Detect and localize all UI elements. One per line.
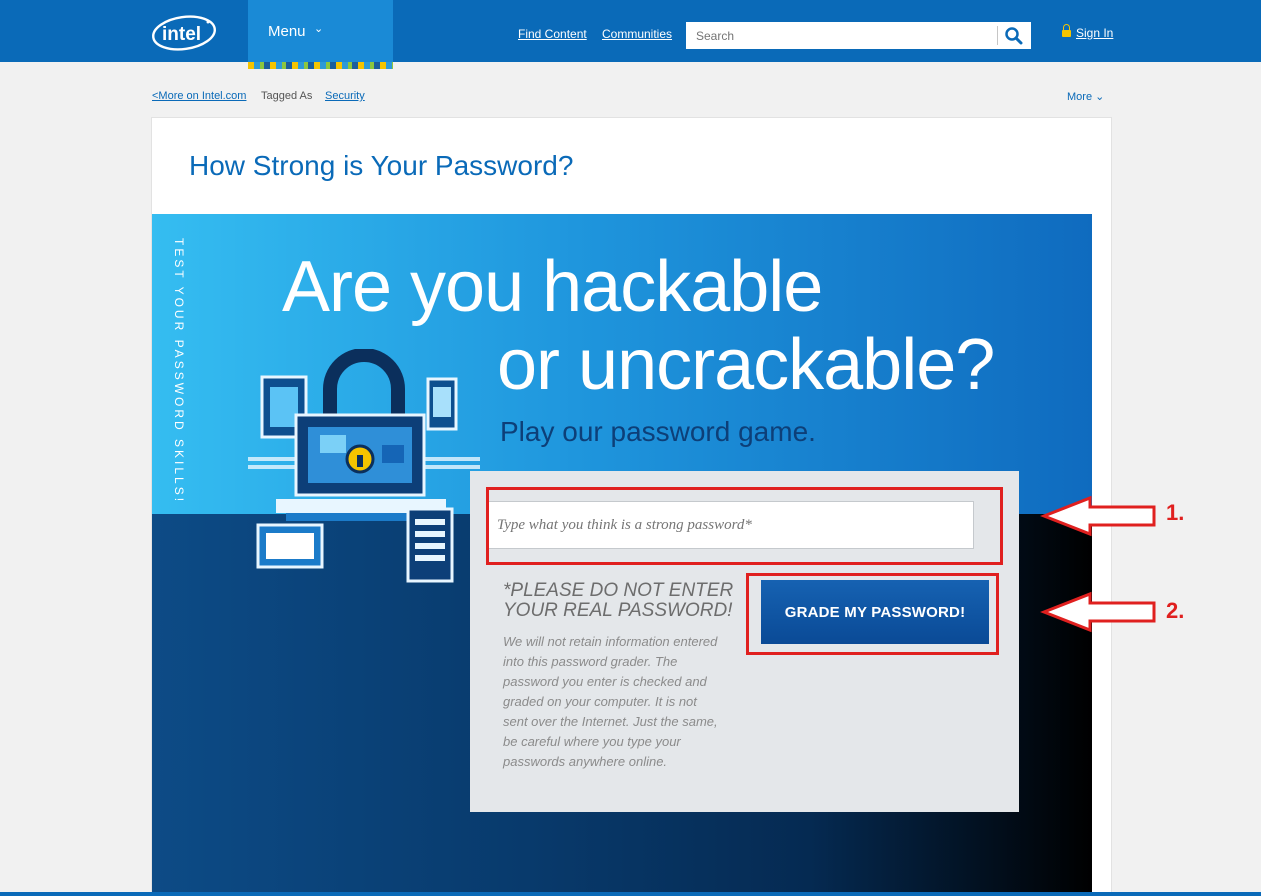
search-input[interactable] [686, 22, 996, 49]
tagged-as-label: Tagged As [261, 90, 313, 102]
bottom-accent-line [0, 892, 1261, 896]
lock-icon [1062, 24, 1071, 37]
password-warning: *PLEASE DO NOT ENTER YOUR REAL PASSWORD! [503, 580, 734, 621]
find-content-link[interactable]: Find Content [518, 27, 587, 41]
vertical-tagline-text: TEST YOUR PASSWORD SKILLS! [172, 238, 186, 505]
padlock-devices-illustration [242, 348, 482, 589]
page-title: How Strong is Your Password? [189, 150, 574, 181]
intel-logo[interactable]: intel [150, 12, 220, 52]
search-box [686, 22, 1031, 49]
privacy-disclaimer: We will not retain information entered i… [503, 634, 718, 769]
vertical-tagline: TEST YOUR PASSWORD SKILLS! [168, 238, 188, 504]
svg-text:intel: intel [162, 24, 201, 45]
headline-line-2: or uncrackable? [497, 325, 995, 405]
annotation-number-2: 2. [1166, 598, 1185, 623]
search-divider [997, 26, 998, 45]
search-button[interactable] [1002, 25, 1026, 46]
sign-in-link[interactable]: Sign In [1062, 24, 1114, 40]
subheadline: Play our password game. [500, 416, 816, 447]
chevron-down-icon: ⌄ [314, 23, 324, 35]
annotation-arrow-1 [1040, 495, 1156, 537]
search-icon [1005, 27, 1023, 45]
more-on-intel-link[interactable]: <More on Intel.com [152, 90, 246, 102]
headline-line-1: Are you hackable [282, 247, 823, 327]
top-navigation-bar: intel Menu ⌄ Find Content Communities Si… [0, 0, 1261, 62]
annotation-number-1: 1. [1166, 500, 1185, 525]
annotation-box-2 [746, 573, 999, 655]
sign-in-label: Sign In [1076, 26, 1114, 40]
more-dropdown[interactable]: More ⌄ [1067, 90, 1104, 103]
annotation-box-1 [486, 487, 1003, 565]
communities-link[interactable]: Communities [602, 27, 672, 41]
annotation-arrow-2 [1040, 591, 1156, 633]
menu-label: Menu [268, 23, 306, 40]
menu-decorative-strip [248, 62, 393, 69]
menu-button[interactable]: Menu ⌄ [248, 0, 393, 62]
security-tag-link[interactable]: Security [325, 90, 365, 102]
chevron-down-icon: ⌄ [1092, 91, 1105, 103]
more-label: More [1067, 91, 1093, 103]
